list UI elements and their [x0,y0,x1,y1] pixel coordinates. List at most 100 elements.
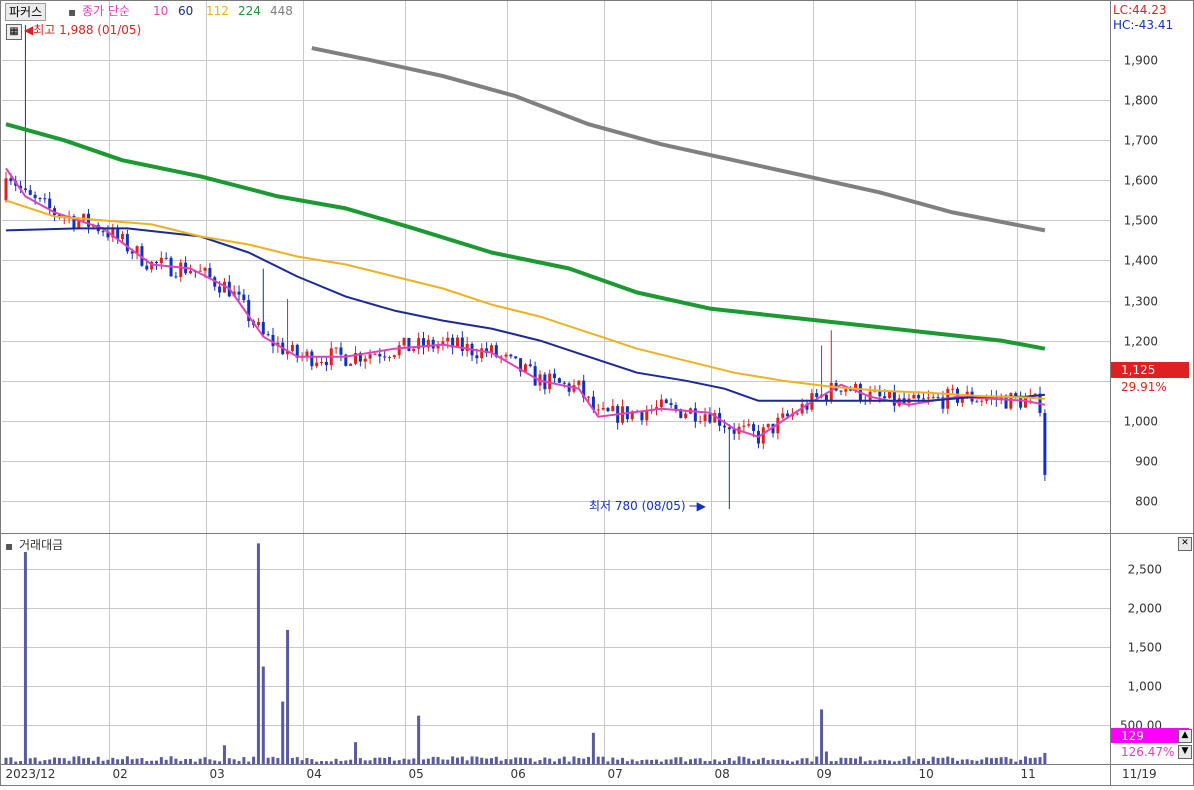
candle-body [315,362,319,367]
volume-bar [320,760,324,764]
volume-bar [878,759,882,764]
volume-bar [441,759,445,764]
price-tick-label: 1,400 [1124,254,1158,268]
indicator-label: 종가 단순 [82,4,130,18]
legend-square-icon: ▪ [68,5,77,19]
candle-body [815,393,819,398]
volume-bar [169,756,173,764]
stock-button[interactable]: 파커스 [5,3,47,21]
volume-bar [232,759,236,764]
volume-bar [650,759,654,764]
candle-body [4,178,8,201]
volume-bar [805,758,809,764]
volume-bar [28,758,32,764]
chart-canvas[interactable]: 800 900 1,000 1,200 1,300 1,400 1,500 1,600 1,70… [0,0,1194,786]
candle-body [368,354,372,359]
volume-bar [572,756,576,764]
volume-bar [213,760,217,764]
candle-body [480,348,484,359]
volume-bar [985,757,989,764]
volume-bar [77,756,81,764]
price-tick-label: 1,600 [1124,174,1158,188]
volume-bar [868,760,872,764]
volume-bar [892,761,896,764]
candle-body [125,234,129,252]
candle-body [601,407,605,410]
volume-bar [970,760,974,764]
ma-label-448: 448 [270,4,293,18]
table-icon[interactable]: ▦ [6,24,22,40]
volume-bar [655,759,659,764]
volume-bar [786,760,790,764]
volume-bar [640,760,644,764]
left-arrow-icon: ◀ [24,23,34,37]
candle-body [242,294,246,301]
current-pct-text: 29.91% [1121,380,1167,394]
volume-bar [159,757,163,764]
volume-bar [460,756,464,764]
ma-label-60: 60 [178,4,194,18]
end-date-label: 11/19 [1122,767,1157,781]
volume-bar [266,757,270,764]
volume-bar [38,761,42,764]
volume-bar [208,759,212,764]
candle-body [708,414,712,423]
candle-body [577,380,581,386]
candle-body [305,351,309,357]
month-tick-label: 08 [715,767,730,781]
close-icon[interactable]: ✕ [1178,537,1192,551]
volume-bar [358,758,362,764]
volume-bar [955,760,959,764]
candle-body [397,345,401,356]
price-tick-label: 1,900 [1124,54,1158,68]
candle-body [980,400,984,402]
volume-bar [261,666,265,764]
volume-bar [91,760,95,764]
volume-tick-label: 1,000 [1128,680,1162,694]
candle-body [533,366,537,386]
volume-bar [994,757,998,764]
volume-bar [587,756,591,764]
price-tick-label: 1,300 [1124,295,1158,309]
volume-bar [752,760,756,764]
scroll-down-icon[interactable]: ▼ [1178,745,1192,759]
month-tick-label: 2023/12 [6,767,56,781]
volume-bar [839,757,843,764]
candle-body [256,322,260,325]
volume-bar [499,760,503,764]
month-tick-label: 05 [409,767,424,781]
volume-bar [111,757,115,764]
volume-bar [582,758,586,764]
volume-bar [693,758,697,764]
volume-bar [679,757,683,764]
candle-body [698,421,702,423]
candle-body [514,356,518,359]
volume-bar [373,757,377,764]
volume-bar [203,757,207,764]
volume-bar [795,760,799,764]
volume-square-icon: ▪ [5,539,14,553]
volume-bar [125,756,129,764]
candle-body [931,397,935,399]
volume-bar [305,757,309,764]
volume-bar [222,745,226,764]
volume-bar [873,760,877,764]
volume-bar [130,759,134,764]
price-tick-label: 1,700 [1124,134,1158,148]
volume-bar [295,757,299,764]
volume-bar [412,758,416,764]
volume-bar [150,760,154,764]
volume-bar [145,761,149,764]
volume-bar [858,756,862,764]
scroll-up-icon[interactable]: ▲ [1178,729,1192,743]
volume-bar [237,760,241,764]
volume-bar [625,761,629,764]
price-tick-label: 800 [1135,495,1158,509]
volume-bar [1028,758,1032,764]
volume-bar [48,759,52,764]
price-tick-label: 1,000 [1124,415,1158,429]
volume-bar [543,757,547,764]
low-marker-text: 최저 780 (08/05) [589,499,686,513]
candle-body [174,276,178,278]
candle-body [839,390,843,392]
